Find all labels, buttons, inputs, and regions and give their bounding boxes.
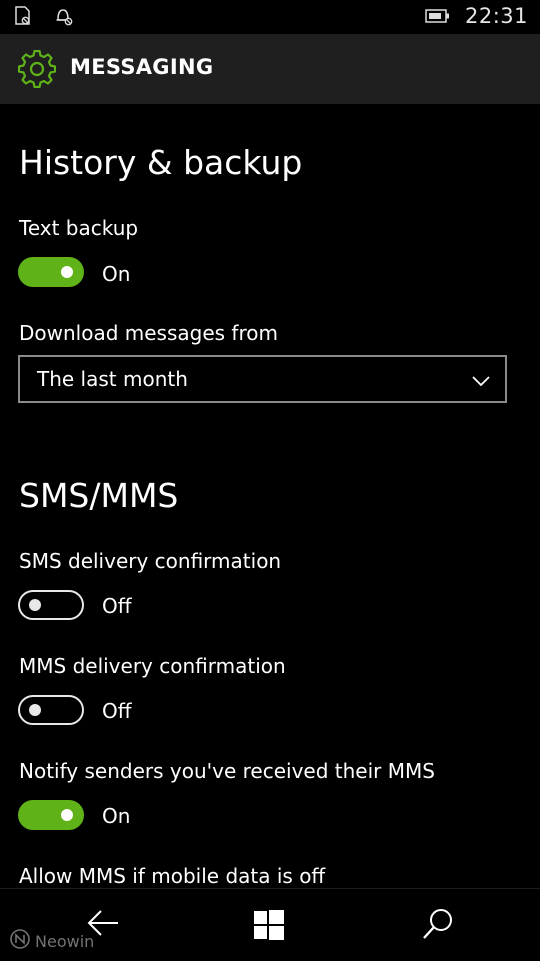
- search-icon[interactable]: [421, 907, 455, 945]
- download-messages-dropdown[interactable]: The last month: [18, 355, 507, 403]
- sim-nosignal-icon: [14, 6, 32, 26]
- notify-senders-toggle[interactable]: [18, 800, 84, 830]
- download-messages-label: Download messages from: [19, 321, 278, 345]
- text-backup-state: On: [102, 262, 131, 286]
- toggle-knob: [29, 599, 41, 611]
- windows-logo-icon[interactable]: [254, 910, 284, 944]
- chevron-down-icon: [471, 372, 491, 391]
- alarm-off-icon: [54, 6, 74, 26]
- mms-delivery-toggle[interactable]: [18, 695, 84, 725]
- neowin-logo-icon: [10, 929, 30, 953]
- mms-delivery-state: Off: [102, 699, 132, 723]
- section-title-history-backup: History & backup: [19, 143, 303, 182]
- sms-delivery-label: SMS delivery confirmation: [19, 549, 282, 573]
- battery-icon: [425, 9, 451, 23]
- page-title: MESSAGING: [70, 55, 214, 79]
- allow-mms-label: Allow MMS if mobile data is off: [19, 864, 326, 888]
- sms-delivery-state: Off: [102, 594, 132, 618]
- dropdown-selected-value: The last month: [37, 367, 188, 391]
- mms-delivery-label: MMS delivery confirmation: [19, 654, 286, 678]
- section-title-sms-mms: SMS/MMS: [19, 476, 179, 515]
- toggle-knob: [29, 704, 41, 716]
- text-backup-label: Text backup: [19, 216, 139, 240]
- navigation-bar: Neowin: [0, 888, 540, 961]
- gear-icon: [17, 49, 57, 92]
- app-header: MESSAGING: [0, 34, 540, 104]
- status-time: 22:31: [464, 4, 528, 28]
- notify-senders-label: Notify senders you've received their MMS: [19, 759, 435, 783]
- status-bar: 22:31: [0, 0, 540, 34]
- text-backup-toggle[interactable]: [18, 257, 84, 287]
- neowin-watermark: Neowin: [10, 929, 94, 953]
- toggle-knob: [61, 266, 73, 278]
- toggle-knob: [61, 809, 73, 821]
- sms-delivery-toggle[interactable]: [18, 590, 84, 620]
- back-arrow-icon[interactable]: [86, 907, 120, 943]
- notify-senders-state: On: [102, 804, 131, 828]
